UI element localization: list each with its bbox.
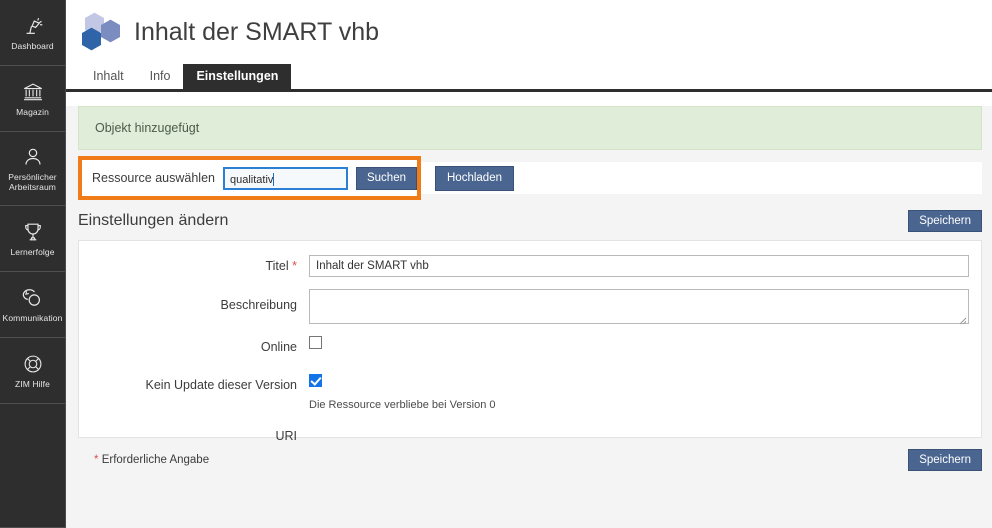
tab-inhalt[interactable]: Inhalt: [80, 64, 137, 89]
online-label: Online: [260, 340, 297, 354]
uri-label: URI: [275, 429, 297, 443]
sidebar-item-lernerfolge[interactable]: Lernerfolge: [0, 206, 65, 272]
page-body: Objekt hinzugefügt Ressource auswählen q…: [66, 106, 992, 528]
speech-bubbles-icon: [22, 287, 44, 309]
form-row-titel: Titel *: [79, 255, 969, 277]
kein-update-hint: Die Ressource verbliebe bei Version 0: [309, 399, 496, 411]
sidebar-filler: [0, 404, 65, 528]
text-caret: [273, 173, 275, 186]
sidebar-item-label: Dashboard: [11, 40, 54, 51]
person-icon: [22, 146, 44, 168]
resource-highlight-box: Ressource auswählen qualitativ Suchen: [78, 156, 421, 200]
sidebar-item-label: Persönlicher Arbeitsraum: [8, 171, 57, 192]
trophy-icon: [22, 221, 44, 243]
tab-einstellungen[interactable]: Einstellungen: [183, 64, 292, 89]
titel-field-wrap: [309, 255, 969, 277]
beschreibung-textarea[interactable]: [309, 289, 969, 325]
kein-update-checkbox[interactable]: [309, 374, 322, 387]
application-window: Dashboard Magazin Persönlicher Arbeitsra…: [0, 0, 992, 528]
main-sidebar: Dashboard Magazin Persönlicher Arbeitsra…: [0, 0, 66, 528]
page-title: Inhalt der SMART vhb: [134, 17, 380, 46]
alert-message: Objekt hinzugefügt: [95, 121, 200, 135]
sidebar-item-persoenlicher-arbeitsraum[interactable]: Persönlicher Arbeitsraum: [0, 132, 65, 206]
bank-building-icon: [22, 81, 44, 103]
resource-search-value: qualitativ: [230, 173, 274, 186]
hexagon-cluster-logo: [80, 12, 122, 52]
upload-button[interactable]: Hochladen: [435, 165, 514, 191]
sidebar-item-label: Kommunikation: [2, 312, 63, 323]
required-note-marker: *: [94, 454, 99, 466]
titel-label-text: Titel: [265, 259, 289, 273]
sidebar-item-magazin[interactable]: Magazin: [0, 66, 65, 132]
save-button-bottom[interactable]: Speichern: [908, 449, 982, 471]
success-alert: Objekt hinzugefügt: [78, 106, 982, 150]
required-note: * Erforderliche Angabe: [94, 454, 209, 466]
tab-info[interactable]: Info: [137, 64, 184, 89]
desk-lamp-icon: [22, 15, 44, 37]
online-field-wrap: [309, 336, 969, 354]
search-button[interactable]: Suchen: [355, 166, 417, 190]
form-row-online: Online: [79, 336, 969, 354]
online-checkbox[interactable]: [309, 336, 322, 349]
resource-select-label: Ressource auswählen: [92, 171, 215, 185]
sidebar-item-zim-hilfe[interactable]: ZIM Hilfe: [0, 338, 65, 404]
resource-selection-bar: Ressource auswählen qualitativ Suchen Ho…: [78, 156, 982, 200]
sidebar-item-label: Magazin: [16, 106, 49, 117]
sidebar-item-label: ZIM Hilfe: [15, 378, 50, 389]
form-row-kein-update: Kein Update dieser Version Die Ressource…: [79, 374, 969, 411]
tab-bar: Inhalt Info Einstellungen: [66, 64, 992, 92]
kein-update-field-wrap: Die Ressource verbliebe bei Version 0: [309, 374, 969, 411]
lifebuoy-icon: [22, 353, 44, 375]
footer-save-wrap: Speichern: [908, 449, 982, 471]
resize-grip-icon[interactable]: [957, 312, 967, 325]
settings-form: Titel * Beschreibung: [78, 240, 982, 443]
save-button-top[interactable]: Speichern: [908, 210, 982, 232]
sidebar-item-dashboard[interactable]: Dashboard: [0, 0, 65, 66]
beschreibung-field-wrap: [309, 289, 969, 325]
page-header: Inhalt der SMART vhb: [66, 0, 992, 64]
required-marker: *: [292, 259, 297, 273]
resource-search-input[interactable]: qualitativ: [223, 166, 348, 190]
form-row-beschreibung: Beschreibung: [79, 289, 969, 325]
settings-section: Einstellungen ändern Speichern Titel * I…: [78, 210, 982, 471]
titel-label: Titel *: [79, 255, 309, 273]
kein-update-label: Kein Update dieser Version: [145, 378, 297, 392]
beschreibung-label: Beschreibung: [220, 298, 297, 312]
sidebar-item-label: Lernerfolge: [10, 246, 55, 257]
settings-title: Einstellungen ändern: [78, 212, 229, 229]
titel-input[interactable]: [309, 255, 969, 277]
required-note-text: Erforderliche Angabe: [101, 454, 210, 466]
main-content: Inhalt der SMART vhb Inhalt Info Einstel…: [66, 0, 992, 528]
settings-header: Einstellungen ändern Speichern: [78, 210, 982, 240]
sidebar-item-kommunikation[interactable]: Kommunikation: [0, 272, 65, 338]
